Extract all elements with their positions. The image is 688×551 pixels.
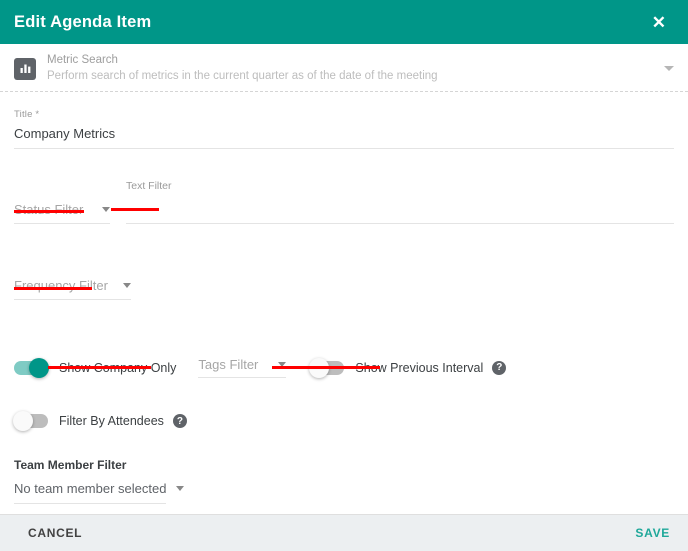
metric-search-selector[interactable]: Metric Search Perform search of metrics … [0, 44, 688, 92]
edit-agenda-item-dialog: Edit Agenda Item ✕ Metric Search Perform… [0, 0, 688, 551]
form-area: Title * Status Filter Text Filter Freque… [0, 109, 688, 504]
toggle-row-attendees: Filter By Attendees ? [13, 411, 674, 431]
chevron-down-icon [176, 486, 185, 491]
cancel-button[interactable]: CANCEL [28, 526, 82, 540]
filter-row-primary: Status Filter Text Filter [14, 180, 674, 224]
filter-by-attendees-toggle[interactable] [13, 411, 48, 431]
filter-by-attendees-label: Filter By Attendees [59, 414, 164, 428]
chevron-down-icon [102, 207, 110, 212]
title-field-label: Title * [14, 109, 40, 120]
toggle-knob [309, 357, 330, 378]
help-icon[interactable]: ? [172, 414, 187, 428]
dialog-footer: CANCEL SAVE [0, 514, 688, 551]
metric-search-subtitle: Perform search of metrics in the current… [47, 70, 438, 82]
status-filter-value: Status Filter [14, 202, 84, 217]
dialog-body: Metric Search Perform search of metrics … [0, 44, 688, 514]
tags-filter-value: Tags Filter [198, 357, 259, 372]
text-filter-label: Text Filter [126, 180, 172, 192]
frequency-filter-select[interactable]: Frequency Filter [14, 278, 131, 300]
show-company-only-label: Show Company Only [59, 360, 177, 375]
toggle-row-primary: Show Company Only Tags Filter Show Previ… [14, 357, 674, 378]
metric-search-text: Metric Search Perform search of metrics … [47, 53, 654, 84]
filter-row-frequency: Frequency Filter [14, 278, 674, 300]
bar-chart-icon [14, 57, 36, 80]
show-previous-interval-toggle[interactable] [309, 357, 345, 378]
team-member-filter-section: Team Member Filter No team member select… [14, 458, 674, 504]
team-member-filter-label: Team Member Filter [14, 458, 127, 472]
chevron-down-icon [123, 283, 131, 288]
close-icon[interactable]: ✕ [646, 10, 672, 35]
show-previous-interval-group: Show Previous Interval ? [309, 357, 507, 378]
status-filter-select[interactable]: Status Filter [14, 202, 110, 224]
show-previous-interval-label: Show Previous Interval [355, 360, 484, 375]
text-filter-block: Text Filter [126, 180, 674, 224]
show-company-only-toggle[interactable] [14, 357, 49, 378]
team-member-select[interactable]: No team member selected [14, 481, 185, 504]
team-member-selected-value: No team member selected [14, 481, 167, 496]
metric-search-title: Metric Search [47, 54, 118, 66]
save-button[interactable]: SAVE [635, 526, 670, 540]
toggle-knob [29, 357, 49, 378]
frequency-filter-value: Frequency Filter [14, 278, 108, 293]
help-icon[interactable]: ? [492, 360, 507, 375]
chevron-down-icon[interactable] [664, 66, 674, 71]
toggle-knob [13, 411, 33, 431]
page-title: Edit Agenda Item [14, 12, 152, 31]
chevron-down-icon [278, 362, 287, 367]
tags-filter-select[interactable]: Tags Filter [198, 357, 287, 378]
text-filter-input[interactable] [126, 197, 674, 224]
dialog-header: Edit Agenda Item ✕ [0, 0, 688, 44]
title-input[interactable] [14, 120, 674, 149]
